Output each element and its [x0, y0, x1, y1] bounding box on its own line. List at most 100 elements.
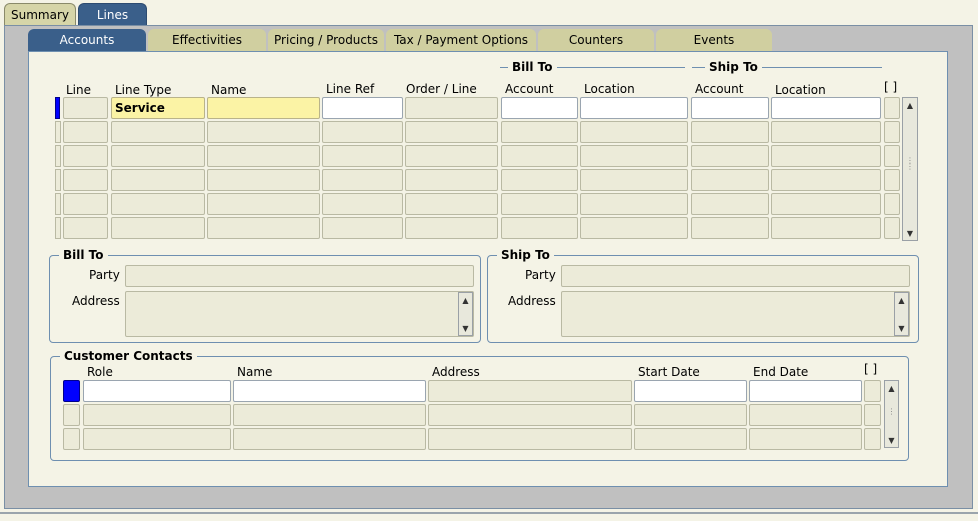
lines-cell-line-ref[interactable] [322, 121, 403, 143]
contacts-cell-name[interactable] [233, 380, 426, 402]
scroll-down-icon[interactable]: ▼ [904, 227, 916, 239]
bill-to-address-field[interactable] [125, 291, 474, 337]
lines-cell-ship-account[interactable] [691, 169, 769, 191]
lines-cell-line[interactable] [63, 217, 108, 239]
ship-to-address-scrollbar[interactable]: ▲ ▼ [894, 292, 909, 336]
lines-cell-bill-location[interactable] [580, 145, 688, 167]
lines-cell-line-type[interactable] [111, 121, 205, 143]
lines-cell-name[interactable] [207, 193, 320, 215]
row-selector[interactable] [55, 193, 61, 215]
lines-cell-bill-location[interactable] [580, 121, 688, 143]
scroll-down-icon[interactable]: ▼ [460, 322, 471, 334]
lines-cell-flex[interactable] [884, 217, 900, 239]
lines-cell-line-type[interactable]: Service [111, 97, 205, 119]
lines-cell-bill-account[interactable] [501, 193, 578, 215]
lines-cell-name[interactable] [207, 97, 320, 119]
lines-cell-name[interactable] [207, 145, 320, 167]
lines-cell-bill-account[interactable] [501, 145, 578, 167]
lines-cell-name[interactable] [207, 121, 320, 143]
contacts-cell-start-date[interactable] [634, 380, 747, 402]
lines-cell-ship-location[interactable] [771, 217, 881, 239]
row-selector[interactable] [55, 169, 61, 191]
lines-cell-bill-location[interactable] [580, 193, 688, 215]
contacts-cell-role[interactable] [83, 380, 231, 402]
lines-cell-bill-location[interactable] [580, 97, 688, 119]
lines-cell-line[interactable] [63, 193, 108, 215]
scroll-up-icon[interactable]: ▲ [886, 382, 897, 394]
contacts-cell-flex[interactable] [864, 428, 881, 450]
contacts-cell-name[interactable] [233, 428, 426, 450]
contacts-cell-address[interactable] [428, 428, 632, 450]
row-selector[interactable] [55, 217, 61, 239]
lines-cell-line-type[interactable] [111, 193, 205, 215]
lines-cell-ship-location[interactable] [771, 97, 881, 119]
tab-accounts[interactable]: Accounts [28, 29, 146, 51]
contact-row-selector[interactable] [63, 404, 80, 426]
lines-cell-order-line[interactable] [405, 145, 498, 167]
scroll-up-icon[interactable]: ▲ [896, 294, 907, 306]
lines-cell-line-ref[interactable] [322, 217, 403, 239]
lines-cell-line-ref[interactable] [322, 169, 403, 191]
lines-cell-line[interactable] [63, 97, 108, 119]
row-selector[interactable] [55, 97, 60, 119]
contacts-cell-end-date[interactable] [749, 380, 862, 402]
lines-cell-flex[interactable] [884, 169, 900, 191]
scroll-down-icon[interactable]: ▼ [896, 322, 907, 334]
bill-to-party-field[interactable] [125, 265, 474, 287]
tab-events[interactable]: Events [656, 29, 772, 51]
tab-lines[interactable]: Lines [78, 3, 147, 25]
contacts-cell-start-date[interactable] [634, 404, 747, 426]
tab-summary[interactable]: Summary [4, 3, 76, 25]
tab-pricing-products[interactable]: Pricing / Products [268, 29, 384, 51]
ship-to-party-field[interactable] [561, 265, 910, 287]
bill-to-address-scrollbar[interactable]: ▲ ▼ [458, 292, 473, 336]
row-selector[interactable] [55, 121, 61, 143]
lines-cell-ship-location[interactable] [771, 121, 881, 143]
lines-cell-bill-location[interactable] [580, 169, 688, 191]
lines-cell-bill-account[interactable] [501, 169, 578, 191]
contacts-cell-address[interactable] [428, 404, 632, 426]
lines-cell-line-ref[interactable] [322, 193, 403, 215]
lines-cell-name[interactable] [207, 169, 320, 191]
scroll-up-icon[interactable]: ▲ [904, 99, 916, 111]
lines-cell-ship-location[interactable] [771, 169, 881, 191]
lines-cell-order-line[interactable] [405, 193, 498, 215]
contacts-cell-name[interactable] [233, 404, 426, 426]
lines-cell-line-ref[interactable] [322, 145, 403, 167]
lines-cell-flex[interactable] [884, 121, 900, 143]
ship-to-address-field[interactable] [561, 291, 910, 337]
lines-cell-ship-account[interactable] [691, 121, 769, 143]
contacts-cell-start-date[interactable] [634, 428, 747, 450]
lines-scrollbar[interactable]: ▲ ⋮ ⋮ ▼ [902, 97, 918, 241]
contacts-cell-end-date[interactable] [749, 428, 862, 450]
row-selector[interactable] [55, 145, 61, 167]
contacts-cell-address[interactable] [428, 380, 632, 402]
tab-counters[interactable]: Counters [538, 29, 654, 51]
contacts-cell-flex[interactable] [864, 404, 881, 426]
lines-cell-order-line[interactable] [405, 121, 498, 143]
lines-cell-ship-account[interactable] [691, 217, 769, 239]
lines-cell-flex[interactable] [884, 145, 900, 167]
contact-row-selector[interactable] [63, 428, 80, 450]
lines-cell-flex[interactable] [884, 193, 900, 215]
lines-cell-ship-account[interactable] [691, 145, 769, 167]
lines-cell-flex[interactable] [884, 97, 900, 119]
lines-cell-line[interactable] [63, 121, 108, 143]
lines-cell-order-line[interactable] [405, 97, 498, 119]
scroll-up-icon[interactable]: ▲ [460, 294, 471, 306]
lines-cell-order-line[interactable] [405, 169, 498, 191]
contact-row-selector[interactable] [63, 380, 80, 402]
lines-cell-order-line[interactable] [405, 217, 498, 239]
lines-cell-ship-location[interactable] [771, 145, 881, 167]
lines-cell-line-ref[interactable] [322, 97, 403, 119]
contacts-cell-role[interactable] [83, 428, 231, 450]
lines-cell-bill-location[interactable] [580, 217, 688, 239]
contacts-cell-role[interactable] [83, 404, 231, 426]
lines-cell-line[interactable] [63, 145, 108, 167]
lines-cell-ship-location[interactable] [771, 193, 881, 215]
lines-cell-bill-account[interactable] [501, 97, 578, 119]
lines-cell-ship-account[interactable] [691, 97, 769, 119]
lines-cell-line[interactable] [63, 169, 108, 191]
lines-cell-bill-account[interactable] [501, 217, 578, 239]
tab-tax-payment-options[interactable]: Tax / Payment Options [386, 29, 536, 51]
